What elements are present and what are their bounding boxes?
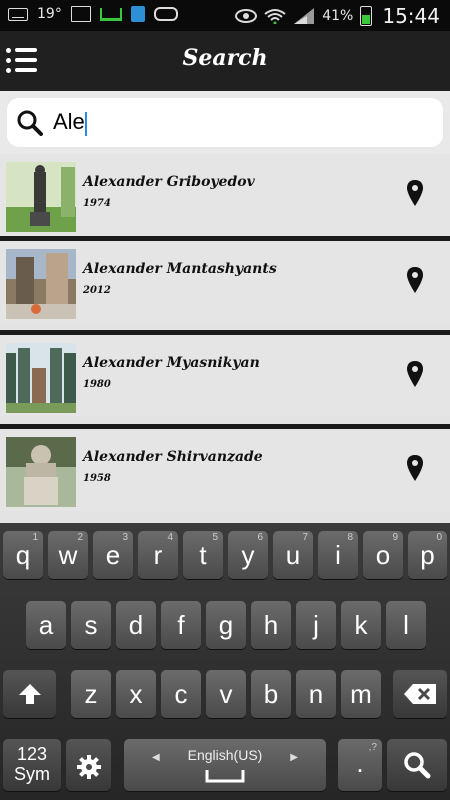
- key-v[interactable]: v: [206, 670, 246, 718]
- status-bar: 19° 41% 15:44: [0, 0, 450, 31]
- key-k[interactable]: k: [341, 601, 381, 649]
- key-h[interactable]: h: [251, 601, 291, 649]
- picture-icon: [70, 6, 91, 22]
- battery-percent: 41%: [322, 8, 354, 24]
- language-next-icon: ▶: [290, 752, 298, 763]
- temperature: 19°: [37, 6, 62, 22]
- monument-thumbnail: [6, 249, 76, 319]
- key-m[interactable]: m: [341, 670, 381, 718]
- voicemail-icon: [153, 7, 178, 21]
- gear-icon: [76, 755, 101, 779]
- key-e[interactable]: e3: [93, 531, 133, 579]
- key-f[interactable]: f: [161, 601, 201, 649]
- key-q[interactable]: q1: [3, 531, 43, 579]
- key-b[interactable]: b: [251, 670, 291, 718]
- key-w[interactable]: w2: [48, 531, 88, 579]
- key-p[interactable]: p0: [408, 531, 447, 579]
- key-j[interactable]: j: [296, 601, 336, 649]
- key-n[interactable]: n: [296, 670, 336, 718]
- key-x[interactable]: x: [116, 670, 156, 718]
- key-d[interactable]: d: [116, 601, 156, 649]
- key-z[interactable]: z: [71, 670, 111, 718]
- monument-year: 2012: [83, 285, 111, 296]
- map-pin-icon[interactable]: [405, 360, 425, 388]
- key-c[interactable]: c: [161, 670, 201, 718]
- language-prev-icon: ◀: [152, 752, 160, 763]
- space-bar-icon: [205, 770, 245, 783]
- list-item[interactable]: Alexander Mantashyants 2012: [0, 236, 450, 323]
- battery-icon: [360, 6, 373, 26]
- shift-arrow-icon: [18, 684, 41, 704]
- eye-icon: [235, 9, 258, 23]
- monument-name: Alexander Shirvanzade: [83, 449, 263, 465]
- key-l[interactable]: l: [386, 601, 426, 649]
- monument-year: 1974: [83, 198, 111, 209]
- wifi-icon: [264, 9, 286, 24]
- search-input[interactable]: [53, 106, 433, 138]
- key-u[interactable]: u7: [273, 531, 313, 579]
- shift-key[interactable]: [3, 670, 56, 718]
- key-i[interactable]: i8: [318, 531, 358, 579]
- key-r[interactable]: r4: [138, 531, 178, 579]
- lock-app-icon: [130, 6, 145, 22]
- clock: 15:44: [382, 4, 440, 28]
- page-title: Search: [182, 45, 268, 71]
- map-pin-icon[interactable]: [405, 179, 425, 207]
- monument-name: Alexander Griboyedov: [83, 174, 255, 190]
- results-list: Alexander Griboyedov 1974 Alexander Mant…: [0, 154, 450, 524]
- download-tray-icon: [99, 7, 122, 21]
- key-y[interactable]: y6: [228, 531, 268, 579]
- search-field[interactable]: [7, 98, 443, 147]
- key-o[interactable]: o9: [363, 531, 403, 579]
- list-item[interactable]: Alexander Myasnikyan 1980: [0, 330, 450, 417]
- monument-name: Alexander Myasnikyan: [83, 355, 260, 371]
- keyboard-icon: [8, 7, 28, 21]
- map-pin-icon[interactable]: [405, 454, 425, 482]
- map-pin-icon[interactable]: [405, 266, 425, 294]
- monument-year: 1980: [83, 379, 111, 390]
- monument-thumbnail: [6, 162, 76, 232]
- period-key[interactable]: . ,?: [338, 739, 382, 791]
- backspace-icon: [404, 684, 436, 704]
- signal-icon: [294, 8, 315, 24]
- magnifier-icon: [17, 110, 43, 136]
- monument-thumbnail: [6, 437, 76, 507]
- key-g[interactable]: g: [206, 601, 246, 649]
- list-item[interactable]: Alexander Shirvanzade 1958: [0, 424, 450, 511]
- backspace-key[interactable]: [393, 670, 447, 718]
- list-item[interactable]: Alexander Griboyedov 1974: [0, 154, 450, 236]
- search-icon: [404, 752, 431, 779]
- search-bar: [0, 91, 450, 154]
- symbols-key[interactable]: 123 Sym: [3, 739, 61, 791]
- key-s[interactable]: s: [71, 601, 111, 649]
- key-t[interactable]: t5: [183, 531, 223, 579]
- spacebar-key[interactable]: English(US) ◀ ▶: [124, 739, 326, 791]
- settings-key[interactable]: [66, 739, 111, 791]
- soft-keyboard: q1 w2 e3 r4 t5 y6 u7 i8 o9 p0 a s d f g …: [0, 523, 450, 800]
- text-cursor: [85, 112, 87, 136]
- monument-thumbnail: [6, 343, 76, 413]
- monument-name: Alexander Mantashyants: [83, 261, 277, 277]
- app-header: Search: [0, 31, 450, 91]
- search-key[interactable]: [387, 739, 447, 791]
- monument-year: 1958: [83, 473, 111, 484]
- key-a[interactable]: a: [26, 601, 66, 649]
